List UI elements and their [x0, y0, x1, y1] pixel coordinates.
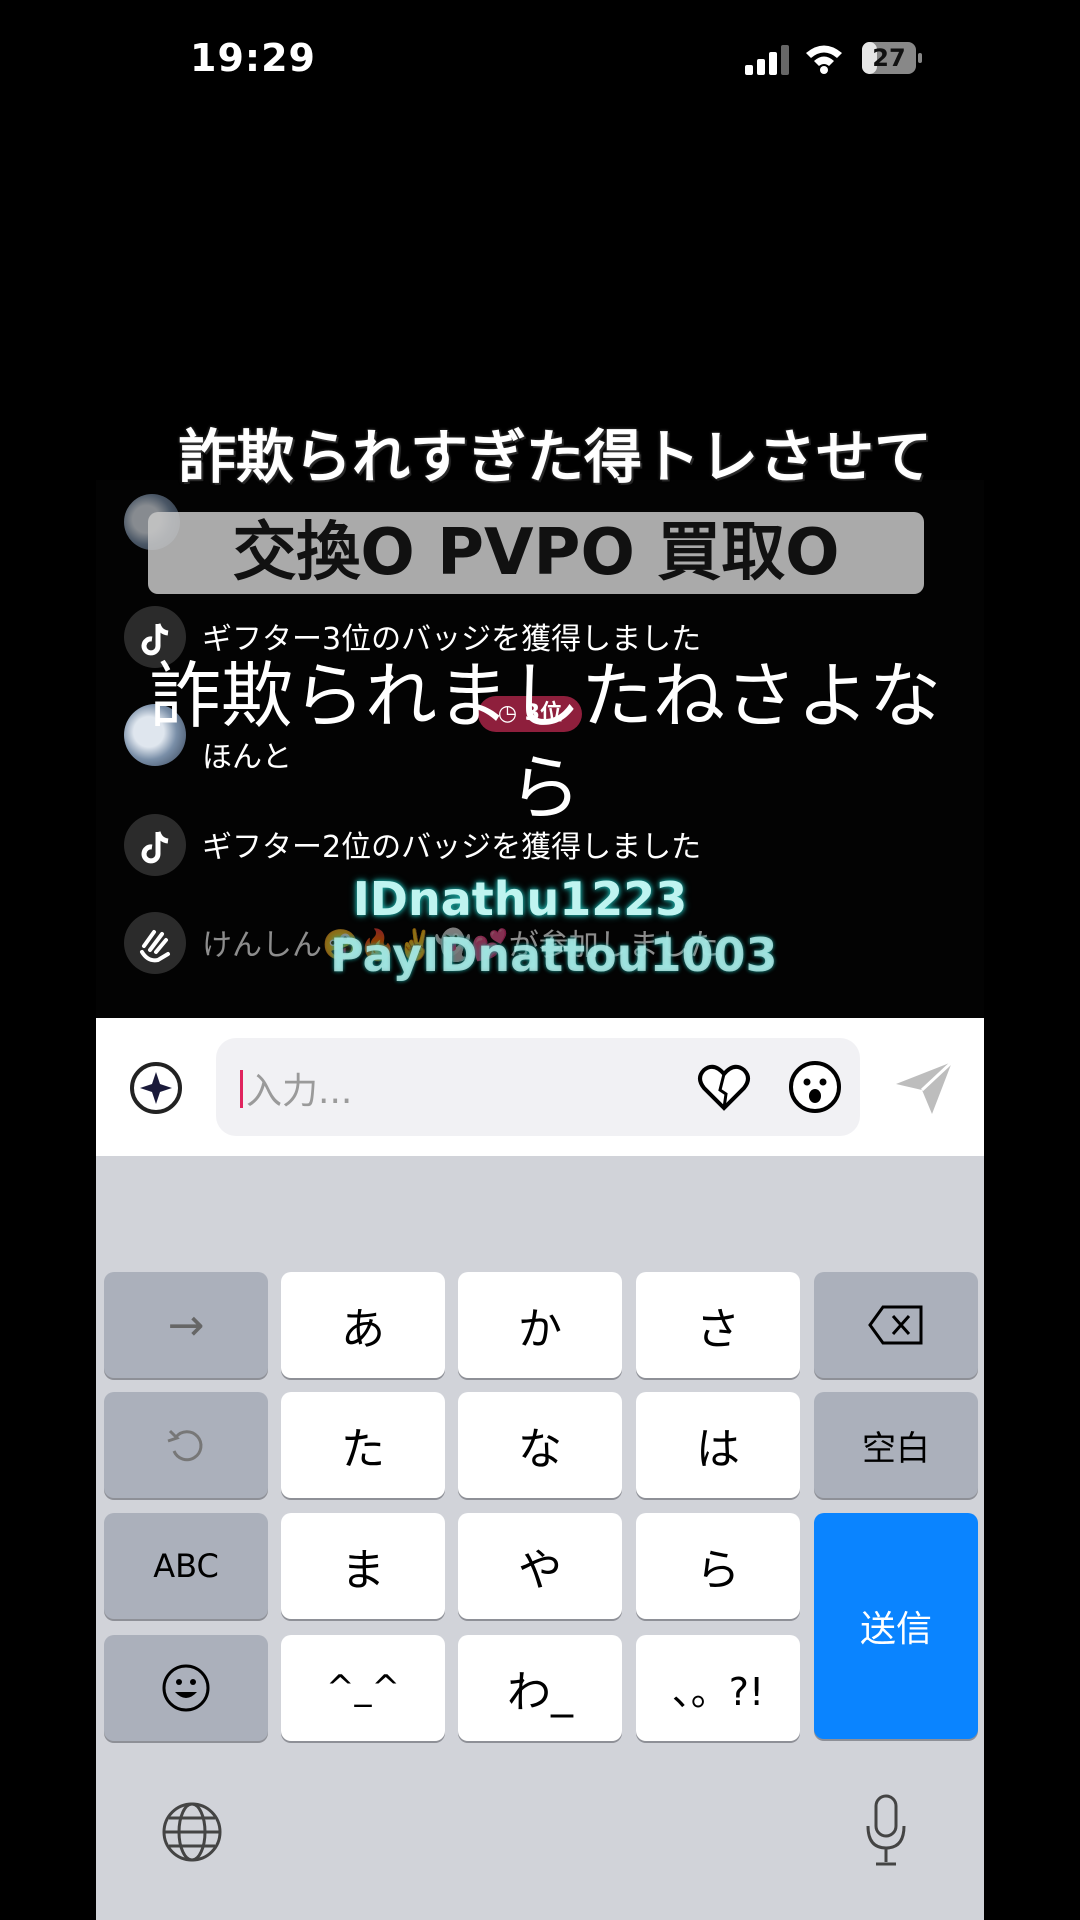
- smiley-icon: [162, 1664, 210, 1712]
- backspace-icon: [868, 1305, 923, 1345]
- undo-key[interactable]: [104, 1392, 268, 1498]
- ai-sparkle-icon[interactable]: [126, 1058, 186, 1118]
- comment-placeholder: 入力...: [246, 1071, 353, 1112]
- battery-icon: 27: [862, 42, 922, 74]
- key-sa[interactable]: さ: [636, 1272, 800, 1378]
- key-ma[interactable]: ま: [281, 1513, 445, 1619]
- abc-key[interactable]: ABC: [104, 1513, 268, 1619]
- key-wa[interactable]: わ_: [458, 1635, 622, 1741]
- send-icon[interactable]: [892, 1058, 956, 1118]
- space-key[interactable]: 空白: [814, 1392, 978, 1498]
- key-na[interactable]: な: [458, 1392, 622, 1498]
- key-a[interactable]: あ: [281, 1272, 445, 1378]
- key-ya[interactable]: や: [458, 1513, 622, 1619]
- key-punctuation[interactable]: 、。?!: [636, 1635, 800, 1741]
- text-caret: [240, 1070, 243, 1108]
- undo-icon: [167, 1429, 203, 1462]
- globe-icon[interactable]: [160, 1800, 224, 1864]
- video-title-text: 詐欺られすぎた得トレさせて: [177, 423, 932, 491]
- video-caption: 詐欺られましたねさよなら: [148, 654, 941, 830]
- video-pay-id-label: PayIDnattou1003: [330, 928, 778, 982]
- send-key[interactable]: 送信: [814, 1513, 978, 1739]
- video-id-label: IDnathu1223: [352, 872, 688, 926]
- wave-hand-icon: [124, 912, 186, 974]
- key-ha[interactable]: は: [636, 1392, 800, 1498]
- heart-icon[interactable]: [696, 1060, 752, 1114]
- wifi-icon: [806, 45, 842, 74]
- key-ta[interactable]: た: [281, 1392, 445, 1498]
- key-next-candidate[interactable]: →: [104, 1272, 268, 1378]
- emoji-icon[interactable]: [786, 1058, 844, 1116]
- key-ka[interactable]: か: [458, 1272, 622, 1378]
- microphone-icon[interactable]: [862, 1794, 910, 1868]
- emoji-key[interactable]: [104, 1635, 268, 1741]
- delete-key[interactable]: [814, 1272, 978, 1378]
- status-time: 19:29: [190, 36, 316, 80]
- key-ra[interactable]: ら: [636, 1513, 800, 1619]
- battery-level: 27: [872, 44, 906, 72]
- key-kaomoji[interactable]: ^_^: [281, 1635, 445, 1741]
- video-banner-text: 交換O PVPO 買取O: [232, 516, 840, 590]
- cellular-signal-icon: [745, 45, 789, 75]
